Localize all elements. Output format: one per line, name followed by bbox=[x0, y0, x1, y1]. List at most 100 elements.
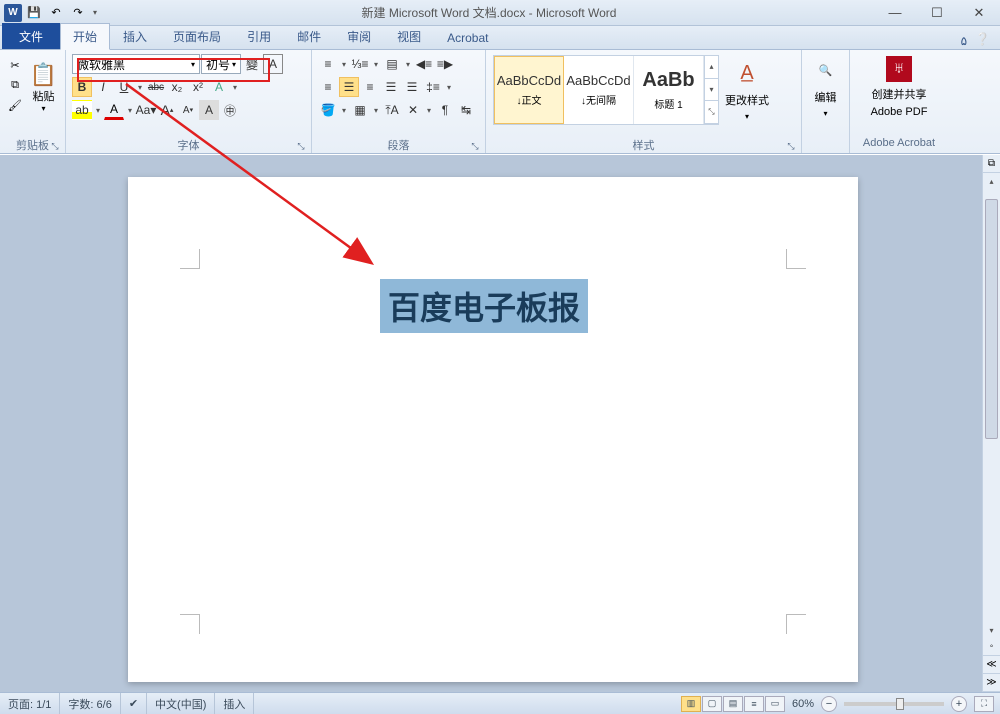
styles-down-icon[interactable]: ▾ bbox=[705, 79, 718, 102]
distributed-icon[interactable]: ☰ bbox=[402, 77, 422, 97]
show-marks-icon[interactable]: ¶ bbox=[435, 100, 455, 120]
line-spacing-icon[interactable]: ‡≡ bbox=[423, 77, 443, 97]
decrease-indent-icon[interactable]: ◀≡ bbox=[414, 54, 434, 74]
zoom-level[interactable]: 60% bbox=[792, 698, 814, 710]
bullets-more-icon[interactable]: ▾ bbox=[339, 54, 349, 74]
status-language[interactable]: 中文(中国) bbox=[147, 693, 215, 714]
align-left-icon[interactable]: ≡ bbox=[318, 77, 338, 97]
styles-gallery[interactable]: AaBbCcDd ↓正文 AaBbCcDd ↓无间隔 AaBb 标题 1 ▴ ▾… bbox=[493, 55, 719, 125]
close-button[interactable]: ✕ bbox=[958, 0, 1000, 26]
tab-mail[interactable]: 邮件 bbox=[284, 23, 334, 49]
align-right-icon[interactable]: ≡ bbox=[360, 77, 380, 97]
strike-button[interactable]: abc bbox=[146, 77, 166, 97]
grow-font-icon[interactable]: A▴ bbox=[157, 100, 177, 120]
tab-home[interactable]: 开始 bbox=[60, 23, 110, 50]
multilevel-more-icon[interactable]: ▾ bbox=[403, 54, 413, 74]
asian-more-icon[interactable]: ▾ bbox=[424, 100, 434, 120]
scroll-up-icon[interactable]: ▴ bbox=[983, 173, 1000, 189]
highlight-more-icon[interactable]: ▾ bbox=[93, 106, 103, 115]
numbering-icon[interactable]: ⅓≡ bbox=[350, 54, 370, 74]
zoom-in-button[interactable]: + bbox=[951, 696, 967, 712]
zoom-slider[interactable] bbox=[844, 702, 944, 706]
bold-button[interactable]: B bbox=[72, 77, 92, 97]
styles-up-icon[interactable]: ▴ bbox=[705, 56, 718, 79]
view-fullscreen-icon[interactable]: ▢ bbox=[702, 696, 722, 712]
bullets-icon[interactable]: ≡ bbox=[318, 54, 338, 74]
asian-layout-icon[interactable]: ✕ bbox=[403, 100, 423, 120]
change-case-icon[interactable]: Aa▾ bbox=[136, 100, 156, 120]
subscript-button[interactable]: x₂ bbox=[167, 77, 187, 97]
copy-icon[interactable]: ⧉ bbox=[6, 76, 24, 94]
paste-button[interactable]: 📋 粘贴 ▾ bbox=[26, 52, 61, 122]
line-spacing-more-icon[interactable]: ▾ bbox=[444, 77, 454, 97]
highlight-icon[interactable]: ab bbox=[72, 100, 92, 120]
font-color-icon[interactable]: A bbox=[104, 100, 124, 120]
browse-object-icon[interactable]: ◦ bbox=[983, 638, 1000, 656]
page[interactable]: 百度电子板报 bbox=[128, 177, 858, 682]
borders-more-icon[interactable]: ▾ bbox=[371, 100, 381, 120]
multilevel-icon[interactable]: ▤ bbox=[382, 54, 402, 74]
tab-references[interactable]: 引用 bbox=[234, 23, 284, 49]
next-page-icon[interactable]: ≫ bbox=[983, 674, 1000, 692]
status-page[interactable]: 页面: 1/1 bbox=[0, 693, 60, 714]
phonetic-guide-icon[interactable]: 變 bbox=[242, 54, 262, 74]
char-border-icon[interactable]: A bbox=[263, 54, 283, 74]
font-color-more-icon[interactable]: ▾ bbox=[125, 106, 135, 115]
scroll-down-icon[interactable]: ▾ bbox=[983, 622, 1000, 638]
view-print-icon[interactable]: ▥ bbox=[681, 696, 701, 712]
style-normal[interactable]: AaBbCcDd ↓正文 bbox=[494, 56, 564, 124]
align-center-icon[interactable]: ☰ bbox=[339, 77, 359, 97]
paragraph-dialog-icon[interactable]: ⤡ bbox=[469, 141, 481, 153]
style-heading1[interactable]: AaBb 标题 1 bbox=[634, 56, 704, 124]
ruler-toggle-icon[interactable]: ⧉ bbox=[983, 155, 1000, 173]
style-no-spacing[interactable]: AaBbCcDd ↓无间隔 bbox=[564, 56, 634, 124]
tab-layout[interactable]: 页面布局 bbox=[160, 23, 234, 49]
shrink-font-icon[interactable]: A▾ bbox=[178, 100, 198, 120]
scroll-thumb[interactable] bbox=[985, 199, 998, 439]
view-outline-icon[interactable]: ≡ bbox=[744, 696, 764, 712]
prev-page-icon[interactable]: ≪ bbox=[983, 656, 1000, 674]
underline-more-icon[interactable]: ▾ bbox=[135, 83, 145, 92]
view-web-icon[interactable]: ▤ bbox=[723, 696, 743, 712]
tab-insert[interactable]: 插入 bbox=[110, 23, 160, 49]
borders-icon[interactable]: ▦ bbox=[350, 100, 370, 120]
tab-acrobat[interactable]: Acrobat bbox=[434, 26, 501, 49]
status-proofing[interactable]: ✔ bbox=[121, 693, 147, 714]
sort-icon[interactable]: ⤒A bbox=[382, 100, 402, 120]
font-size-select[interactable]: 初号▾ bbox=[201, 54, 241, 74]
change-styles-button[interactable]: A̲ 更改样式 ▾ bbox=[723, 55, 771, 125]
minimize-button[interactable]: — bbox=[874, 0, 916, 26]
superscript-button[interactable]: x² bbox=[188, 77, 208, 97]
snap-icon[interactable]: ↹ bbox=[456, 100, 476, 120]
increase-indent-icon[interactable]: ≡▶ bbox=[435, 54, 455, 74]
text-effects-more-icon[interactable]: ▾ bbox=[230, 83, 240, 92]
app-icon[interactable]: W bbox=[4, 4, 22, 22]
underline-button[interactable]: U bbox=[114, 77, 134, 97]
italic-button[interactable]: I bbox=[93, 77, 113, 97]
styles-dialog-icon[interactable]: ⤡ bbox=[785, 141, 797, 153]
zoom-handle[interactable] bbox=[896, 698, 904, 710]
status-insert-mode[interactable]: 插入 bbox=[215, 693, 254, 714]
editing-button[interactable]: 🔍 编辑 ▾ bbox=[806, 52, 845, 122]
status-words[interactable]: 字数: 6/6 bbox=[60, 693, 120, 714]
tab-review[interactable]: 审阅 bbox=[334, 23, 384, 49]
font-dialog-icon[interactable]: ⤡ bbox=[295, 141, 307, 153]
document-viewport[interactable]: 百度电子板报 bbox=[0, 155, 982, 692]
redo-icon[interactable]: ↷ bbox=[68, 3, 88, 23]
help-icon[interactable]: ❔ bbox=[975, 32, 990, 49]
tab-file[interactable]: 文件 bbox=[2, 23, 60, 49]
text-effects-icon[interactable]: A bbox=[209, 77, 229, 97]
cut-icon[interactable]: ✂ bbox=[6, 56, 24, 74]
vertical-scrollbar[interactable]: ⧉ ▴ ▾ ◦ ≪ ≫ bbox=[982, 155, 1000, 692]
shading-icon[interactable]: 🪣 bbox=[318, 100, 338, 120]
create-pdf-button[interactable]: ♅ 创建并共享 Adobe PDF bbox=[854, 52, 944, 122]
font-name-select[interactable]: 微软雅黑▾ bbox=[72, 54, 200, 74]
format-painter-icon[interactable]: 🖌 bbox=[6, 96, 24, 114]
enclose-char-icon[interactable]: ㊥ bbox=[220, 100, 240, 120]
fullscreen-icon[interactable]: ⛶ bbox=[974, 696, 994, 712]
zoom-out-button[interactable]: − bbox=[821, 696, 837, 712]
undo-icon[interactable]: ↶ bbox=[46, 3, 66, 23]
minimize-ribbon-icon[interactable]: ㅤ۵ bbox=[950, 32, 968, 49]
view-draft-icon[interactable]: ▭ bbox=[765, 696, 785, 712]
selected-text[interactable]: 百度电子板报 bbox=[380, 279, 588, 333]
